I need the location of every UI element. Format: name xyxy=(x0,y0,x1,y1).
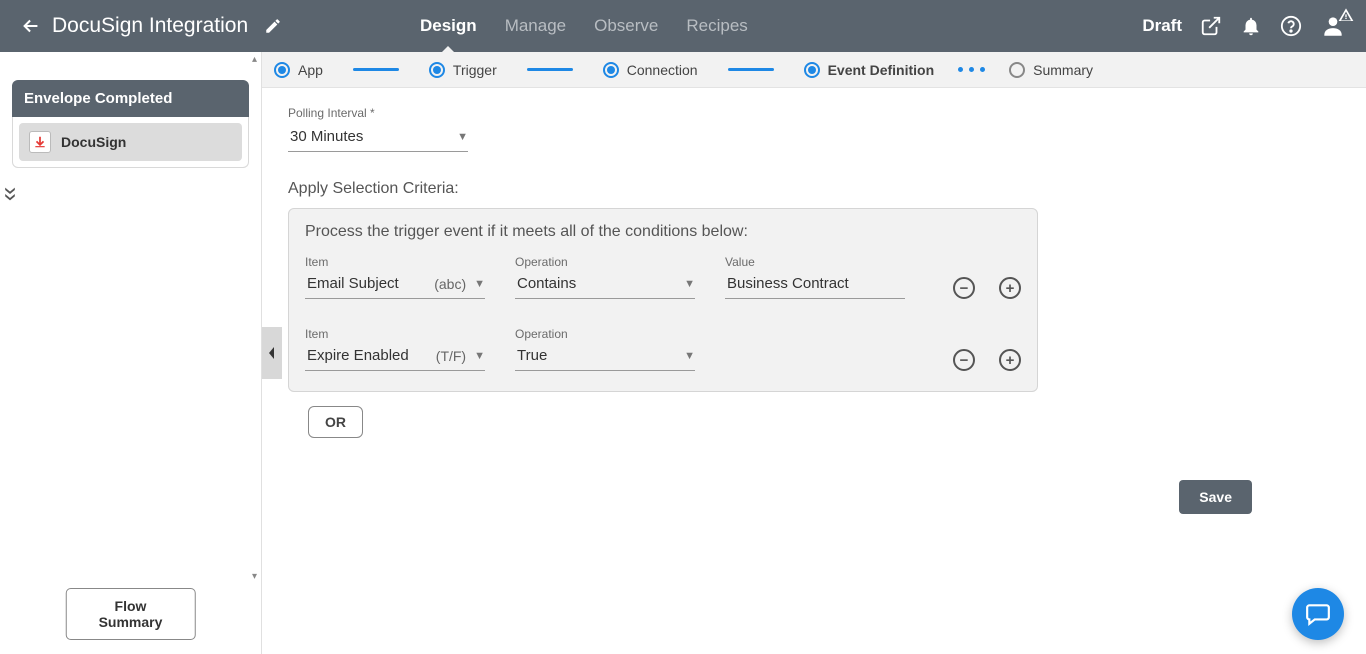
chevron-down-icon: ▼ xyxy=(684,350,695,362)
chevron-down-icon: ▼ xyxy=(474,350,485,362)
step-app[interactable]: App xyxy=(274,62,323,78)
step-separator xyxy=(353,68,399,71)
main-area: App Trigger Connection Event Definition … xyxy=(262,52,1366,654)
step-radio-icon xyxy=(1009,62,1025,78)
expand-sidebar-icon[interactable] xyxy=(0,186,261,202)
scroll-up-icon[interactable]: ▴ xyxy=(252,54,257,65)
scroll-down-icon[interactable]: ▾ xyxy=(252,571,257,582)
sidebar-app-item[interactable]: DocuSign xyxy=(19,123,242,161)
polling-interval-select[interactable]: 30 Minutes ▼ xyxy=(288,122,468,152)
sidebar-app-label: DocuSign xyxy=(61,134,126,150)
tab-observe[interactable]: Observe xyxy=(594,0,658,52)
polling-interval-value: 30 Minutes xyxy=(290,128,363,145)
tab-manage[interactable]: Manage xyxy=(505,0,566,52)
criteria-box: Process the trigger event if it meets al… xyxy=(288,208,1038,392)
step-event-definition[interactable]: Event Definition xyxy=(804,62,935,78)
tab-recipes[interactable]: Recipes xyxy=(686,0,747,52)
criteria-item-label: Item xyxy=(305,255,485,269)
step-radio-icon xyxy=(603,62,619,78)
chevron-down-icon: ▼ xyxy=(457,131,468,143)
criteria-item-label: Item xyxy=(305,327,485,341)
step-radio-icon xyxy=(804,62,820,78)
criteria-row: Item Expire Enabled (T/F) ▼ Operation Tr… xyxy=(305,327,1021,371)
step-trigger[interactable]: Trigger xyxy=(429,62,497,78)
remove-criteria-button[interactable]: − xyxy=(953,349,975,371)
criteria-item-select[interactable]: Email Subject (abc) ▼ xyxy=(305,269,485,299)
status-badge: Draft xyxy=(1142,16,1182,36)
criteria-row: Item Email Subject (abc) ▼ Operation Con… xyxy=(305,255,1021,299)
flow-summary-button[interactable]: Flow Summary xyxy=(65,588,196,640)
step-connection[interactable]: Connection xyxy=(603,62,698,78)
tab-design[interactable]: Design xyxy=(420,0,477,52)
step-radio-icon xyxy=(429,62,445,78)
stepper: App Trigger Connection Event Definition … xyxy=(262,52,1366,88)
add-criteria-button[interactable]: + xyxy=(999,277,1021,299)
chevron-down-icon: ▼ xyxy=(474,278,485,290)
step-separator xyxy=(527,68,573,71)
bell-icon[interactable] xyxy=(1240,15,1262,37)
alert-badge-icon xyxy=(1338,7,1354,23)
or-button[interactable]: OR xyxy=(308,406,363,438)
help-icon[interactable] xyxy=(1280,15,1302,37)
remove-criteria-button[interactable]: − xyxy=(953,277,975,299)
sidebar-panel-body: DocuSign xyxy=(12,117,249,168)
step-summary[interactable]: Summary xyxy=(1009,62,1093,78)
step-dots-icon xyxy=(958,67,985,72)
step-separator xyxy=(728,68,774,71)
step-radio-icon xyxy=(274,62,290,78)
docusign-icon xyxy=(29,131,51,153)
criteria-section-title: Apply Selection Criteria: xyxy=(288,180,1340,198)
criteria-value-label: Value xyxy=(725,255,905,269)
criteria-value-input[interactable] xyxy=(725,269,905,299)
form-content: Polling Interval * 30 Minutes ▼ Apply Se… xyxy=(262,88,1366,654)
app-header: DocuSign Integration Design Manage Obser… xyxy=(0,0,1366,52)
back-arrow-icon[interactable] xyxy=(20,15,42,37)
header-tabs: Design Manage Observe Recipes xyxy=(420,0,748,52)
polling-interval-label: Polling Interval * xyxy=(288,106,1340,120)
criteria-operation-select[interactable]: Contains ▼ xyxy=(515,269,695,299)
sidebar-panel-header: Envelope Completed xyxy=(12,80,249,117)
type-hint: (T/F) xyxy=(436,348,466,364)
chat-bubble-button[interactable] xyxy=(1292,588,1344,640)
criteria-description: Process the trigger event if it meets al… xyxy=(305,223,1021,241)
criteria-operation-label: Operation xyxy=(515,327,695,341)
collapse-sidebar-handle[interactable] xyxy=(262,327,282,379)
save-button[interactable]: Save xyxy=(1179,480,1252,514)
open-external-icon[interactable] xyxy=(1200,15,1222,37)
page-title: DocuSign Integration xyxy=(52,14,248,38)
criteria-item-select[interactable]: Expire Enabled (T/F) ▼ xyxy=(305,341,485,371)
sidebar: ▴ Envelope Completed DocuSign ▾ Flow Sum… xyxy=(0,52,262,654)
add-criteria-button[interactable]: + xyxy=(999,349,1021,371)
chevron-down-icon: ▼ xyxy=(684,278,695,290)
edit-icon[interactable] xyxy=(264,17,282,35)
criteria-operation-label: Operation xyxy=(515,255,695,269)
criteria-operation-select[interactable]: True ▼ xyxy=(515,341,695,371)
type-hint: (abc) xyxy=(434,276,466,292)
